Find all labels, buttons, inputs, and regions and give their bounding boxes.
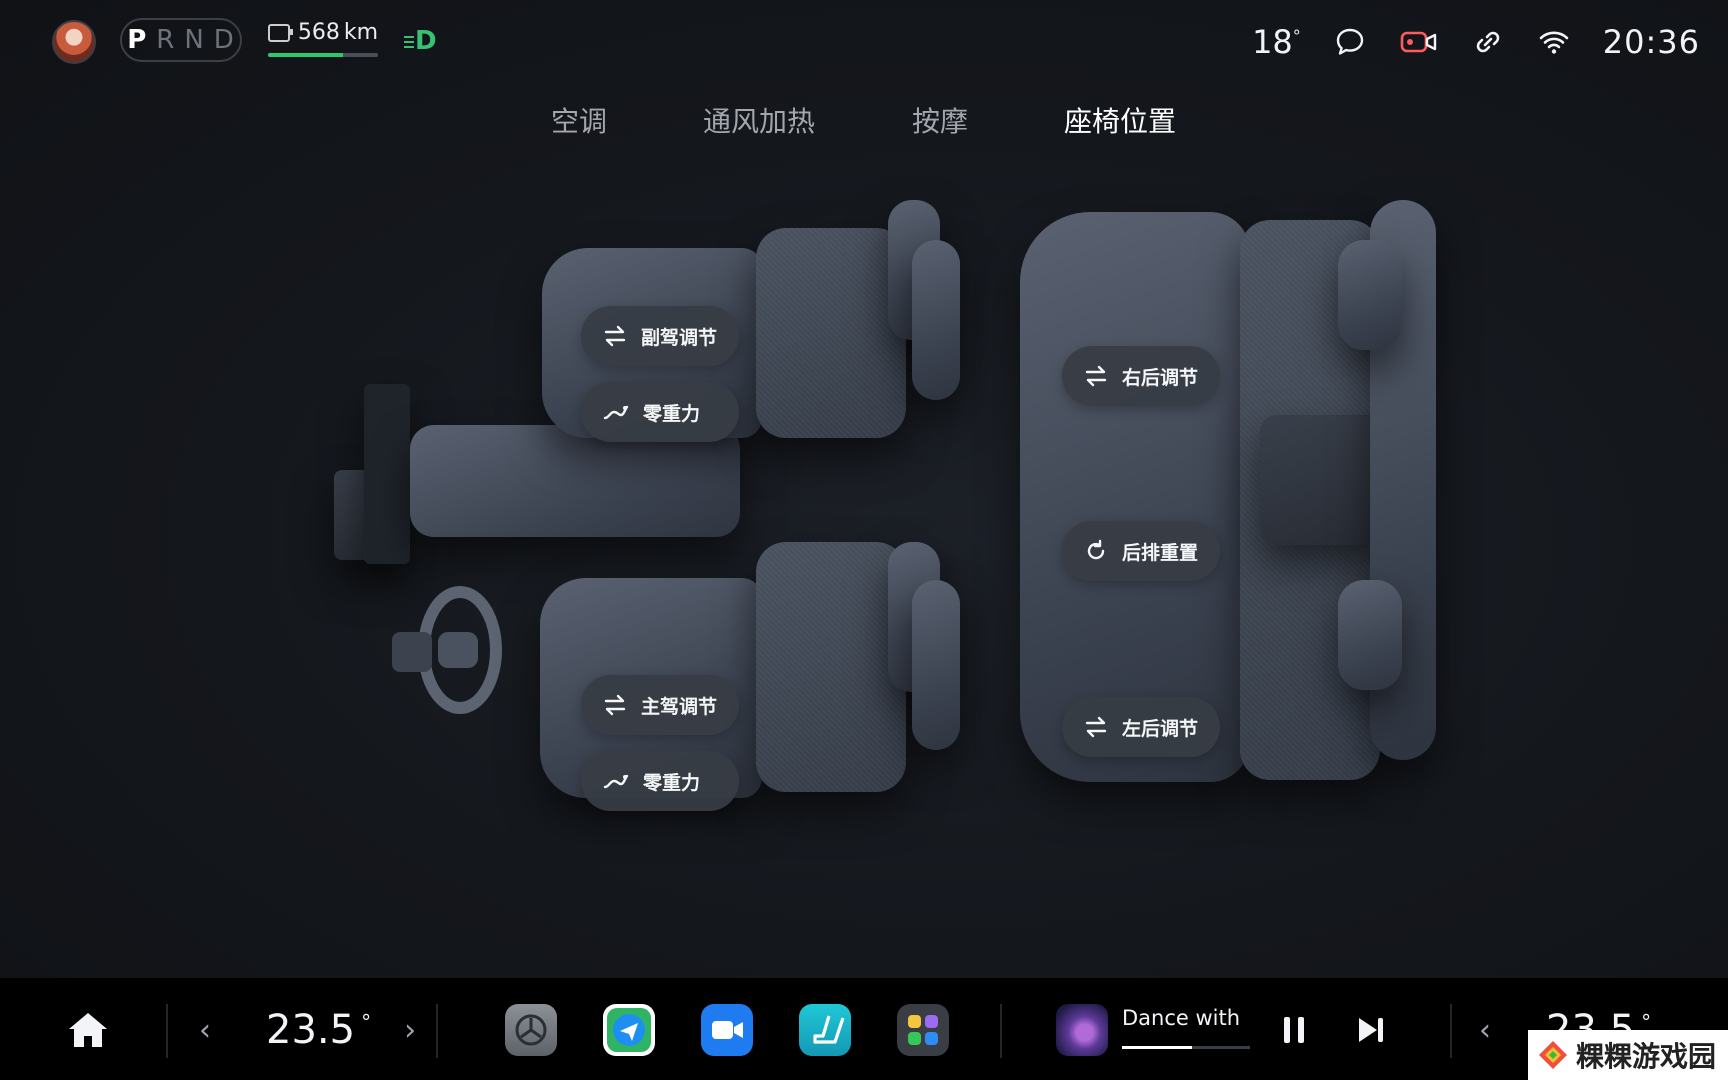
driver-temp-increase-button[interactable]: › (395, 1010, 425, 1050)
navigation-app-icon[interactable] (603, 1004, 655, 1056)
tab-massage[interactable]: 按摩 (912, 100, 968, 140)
rear-right-adjust-button[interactable]: 右后调节 (1062, 346, 1220, 406)
rear-right-adjust-label: 右后调节 (1122, 366, 1199, 389)
watermark-logo-icon (1539, 1041, 1567, 1069)
reset-icon (1087, 539, 1105, 560)
range-unit: km (343, 20, 378, 45)
gear-d: D (213, 25, 235, 55)
next-track-icon[interactable] (1350, 1010, 1390, 1050)
driver-temp-decrease-button[interactable]: ‹ (190, 1010, 220, 1050)
media-progress-bar[interactable] (1122, 1046, 1250, 1049)
clock: 20:36 (1602, 23, 1700, 61)
video-call-app-icon[interactable] (701, 1004, 753, 1056)
passenger-temp-decrease-button[interactable]: ‹ (1470, 1010, 1500, 1050)
media-title: Dance with (1122, 1006, 1241, 1030)
dock-divider (166, 1004, 168, 1058)
pause-icon[interactable] (1274, 1010, 1314, 1050)
media-progress-fill (1122, 1046, 1193, 1049)
link-icon[interactable] (1471, 25, 1505, 59)
passenger-adjust-button[interactable]: 副驾调节 (581, 306, 739, 366)
zero-gravity-icon (603, 774, 629, 789)
swap-arrows-icon (604, 694, 626, 716)
dock-divider (436, 1004, 438, 1058)
rear-left-adjust-label: 左后调节 (1122, 717, 1199, 740)
passenger-adjust-label: 副驾调节 (641, 326, 718, 349)
home-icon[interactable] (66, 1010, 110, 1050)
rear-reset-button[interactable]: 后排重置 (1062, 521, 1220, 581)
user-avatar[interactable] (52, 20, 96, 64)
driver-zero-gravity-label: 零重力 (643, 771, 701, 794)
range-bar-fill (268, 53, 343, 57)
driver-adjust-label: 主驾调节 (641, 695, 718, 718)
battery-icon (268, 23, 293, 42)
range-indicator: 568 km (268, 20, 378, 57)
camera-icon[interactable] (1399, 25, 1439, 59)
passenger-zero-gravity-button[interactable]: 零重力 (581, 382, 739, 442)
swap-arrows-icon (604, 325, 626, 347)
gear-r: R (156, 25, 176, 55)
app-group-icon[interactable] (897, 1004, 949, 1056)
driver-temperature-control: ‹ 23.5 ° › (190, 1002, 425, 1058)
gear-p: P (127, 25, 148, 55)
passenger-zero-gravity-label: 零重力 (643, 402, 701, 425)
tab-seat-position[interactable]: 座椅位置 (1064, 100, 1176, 140)
rear-reset-label: 后排重置 (1122, 541, 1199, 564)
driver-seat-back (756, 542, 906, 792)
rear-right-headrest (1338, 240, 1402, 350)
driver-seat-side (912, 580, 960, 750)
watermark-text: 粿粿游戏园 (1576, 1040, 1717, 1073)
range-bar (268, 53, 378, 57)
headlight-on-icon: D (404, 26, 437, 56)
outside-temperature: 18° (1252, 23, 1301, 61)
gear-selector: P R N D (120, 18, 242, 62)
driver-zero-gravity-button[interactable]: 零重力 (581, 751, 739, 811)
driver-temperature: 23.5 ° (266, 1007, 372, 1053)
rear-left-adjust-button[interactable]: 左后调节 (1062, 697, 1220, 757)
dock-divider (1450, 1004, 1452, 1058)
range-value: 568 (297, 20, 340, 45)
swap-arrows-icon (1085, 365, 1107, 387)
zero-gravity-icon (603, 405, 629, 420)
gear-n: N (184, 25, 205, 55)
seat-settings-app-icon[interactable] (799, 1004, 851, 1056)
bottom-dock: ‹ 23.5° › Dance with ‹ 23.5° (0, 978, 1728, 1080)
car-interior-illustration (330, 200, 1490, 880)
driver-adjust-button[interactable]: 主驾调节 (581, 675, 739, 735)
passenger-seat-side (912, 240, 960, 400)
watermark: 粿粿游戏园 (1528, 1030, 1728, 1080)
message-icon[interactable] (1333, 25, 1367, 59)
tab-ventilation-heating[interactable]: 通风加热 (703, 100, 815, 140)
swap-arrows-icon (1085, 716, 1107, 738)
seat-tabs: 空调 通风加热 按摩 座椅位置 (0, 100, 1728, 140)
status-right: 18° 20:36 (1252, 20, 1700, 64)
tab-air-conditioning[interactable]: 空调 (551, 100, 607, 140)
rear-left-headrest (1338, 580, 1402, 690)
settings-app-icon[interactable] (505, 1004, 557, 1056)
status-bar: P R N D 568 km D 18° 20:36 (0, 0, 1728, 84)
center-screen (364, 384, 410, 564)
wifi-icon[interactable] (1537, 25, 1571, 59)
dock-divider (1000, 1004, 1002, 1058)
passenger-seat-back (756, 228, 906, 438)
steering-wheel-icon (392, 586, 502, 714)
album-art[interactable] (1056, 1004, 1108, 1056)
